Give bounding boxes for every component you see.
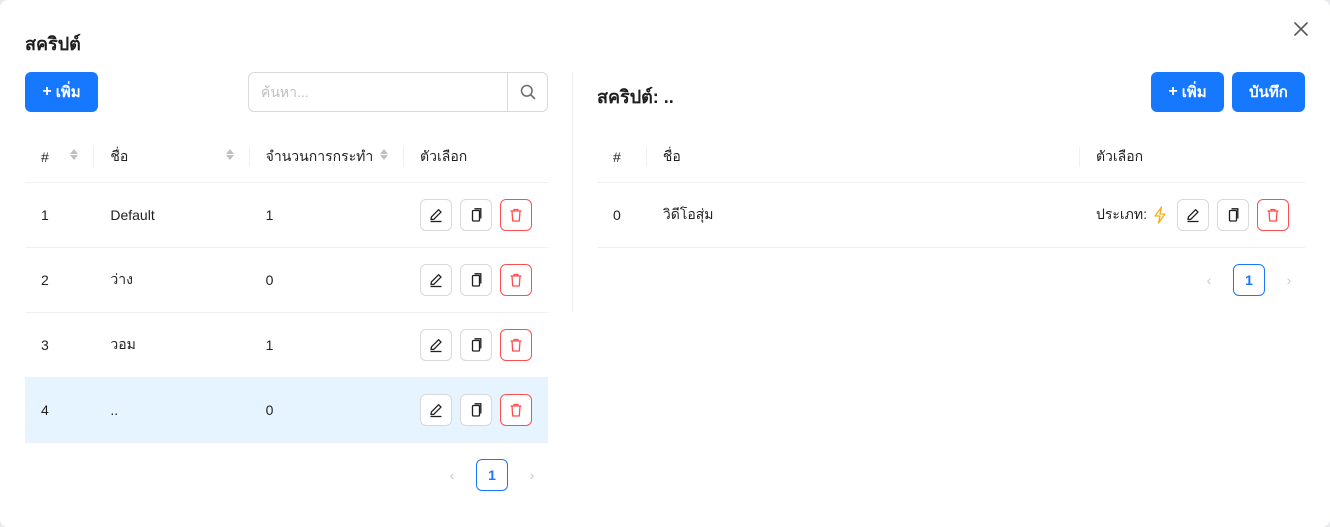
- col-options-header: ตัวเลือก: [404, 132, 548, 183]
- row-actions: ประเภท:: [1096, 198, 1289, 231]
- plus-icon: +: [42, 83, 52, 100]
- chevron-right-icon[interactable]: ›: [1273, 264, 1305, 296]
- sort-icon[interactable]: [70, 149, 79, 160]
- delete-icon[interactable]: [1257, 198, 1289, 231]
- col-count-label: จำนวนการกระทำ: [265, 147, 374, 164]
- type-label: ประเภท:: [1095, 205, 1147, 222]
- row-name: วิดีโอสุ่ม: [646, 182, 1080, 248]
- row-count: 1: [249, 182, 404, 248]
- script-dialog: สคริปต์ + เพิ่ม # ชื่อ: [0, 0, 1330, 527]
- sort-icon[interactable]: [380, 149, 388, 160]
- col-index-label: #: [613, 148, 621, 165]
- col-options-label: ตัวเลือก: [1095, 147, 1144, 164]
- row-name: ว่าง: [94, 247, 250, 313]
- row-count: 0: [249, 247, 404, 313]
- row-actions: [420, 328, 532, 361]
- left-pagination: ‹ 1 ›: [436, 459, 548, 491]
- edit-icon[interactable]: [1177, 198, 1209, 231]
- row-actions: [420, 263, 532, 296]
- chevron-right-icon[interactable]: ›: [516, 459, 548, 491]
- col-options-label: ตัวเลือก: [420, 147, 468, 164]
- close-icon[interactable]: [1290, 18, 1312, 40]
- chevron-left-icon[interactable]: ‹: [436, 459, 468, 491]
- search-input[interactable]: [249, 73, 507, 111]
- delete-icon[interactable]: [500, 263, 532, 296]
- table-header-row: # ชื่อ จำนวนการกระทำ ตัวเลือก: [25, 132, 548, 183]
- dialog-title: สคริปต์: [25, 34, 81, 54]
- add-action-button[interactable]: + เพิ่ม: [1151, 72, 1224, 112]
- sort-icon[interactable]: [225, 149, 234, 160]
- edit-icon[interactable]: [420, 393, 452, 426]
- row-index: 3: [25, 312, 95, 378]
- row-actions: [420, 393, 532, 426]
- row-name: วอม: [94, 312, 250, 378]
- table-header-row: # ชื่อ ตัวเลือก: [597, 132, 1305, 183]
- copy-icon[interactable]: [1217, 198, 1249, 231]
- chevron-left-icon[interactable]: ‹: [1193, 264, 1225, 296]
- delete-icon[interactable]: [500, 328, 532, 361]
- row-index: 2: [25, 247, 95, 313]
- save-button[interactable]: บันทึก: [1232, 72, 1305, 112]
- search-box: [248, 72, 548, 112]
- search-icon[interactable]: [507, 73, 547, 111]
- table-row[interactable]: 2 ว่าง 0: [25, 247, 548, 313]
- row-name: ..: [94, 377, 250, 443]
- col-options-header: ตัวเลือก: [1079, 132, 1305, 183]
- action-table: # ชื่อ ตัวเลือก 0 วิดีโอสุ่ม ประเภท:: [597, 132, 1305, 248]
- row-index: 0: [597, 182, 647, 248]
- col-count-header[interactable]: จำนวนการกระทำ: [249, 132, 404, 183]
- table-row[interactable]: 0 วิดีโอสุ่ม ประเภท:: [597, 182, 1305, 248]
- delete-icon[interactable]: [500, 198, 532, 231]
- plus-icon: +: [1168, 83, 1178, 100]
- col-name-label: ชื่อ: [110, 147, 129, 164]
- script-detail-title: สคริปต์: ..: [597, 87, 674, 107]
- row-actions: [420, 198, 532, 231]
- page-number[interactable]: 1: [1233, 264, 1265, 296]
- row-index: 1: [25, 182, 95, 248]
- edit-icon[interactable]: [420, 198, 452, 231]
- col-name-label: ชื่อ: [662, 147, 681, 164]
- edit-icon[interactable]: [420, 263, 452, 296]
- table-row[interactable]: 1 Default 1: [25, 182, 548, 248]
- col-index-label: #: [41, 148, 49, 165]
- type-indicator: ประเภท:: [1096, 199, 1167, 231]
- row-index: 4: [25, 377, 95, 443]
- copy-icon[interactable]: [460, 198, 492, 231]
- page-number[interactable]: 1: [476, 459, 508, 491]
- copy-icon[interactable]: [460, 393, 492, 426]
- copy-icon[interactable]: [460, 328, 492, 361]
- delete-icon[interactable]: [500, 393, 532, 426]
- bolt-icon: [1154, 205, 1166, 224]
- table-row-selected[interactable]: 4 .. 0: [25, 377, 548, 443]
- pane-divider: [572, 72, 573, 312]
- col-index-header: #: [597, 132, 647, 183]
- col-name-header: ชื่อ: [646, 132, 1080, 183]
- col-name-header[interactable]: ชื่อ: [94, 132, 250, 183]
- row-count: 0: [249, 377, 404, 443]
- right-pagination: ‹ 1 ›: [1193, 264, 1305, 296]
- row-name: Default: [94, 182, 250, 248]
- add-script-button[interactable]: + เพิ่ม: [25, 72, 98, 112]
- copy-icon[interactable]: [460, 263, 492, 296]
- col-index-header[interactable]: #: [25, 132, 95, 183]
- table-row[interactable]: 3 วอม 1: [25, 312, 548, 378]
- add-action-label: เพิ่ม: [1181, 84, 1207, 101]
- add-script-label: เพิ่ม: [55, 84, 81, 101]
- row-count: 1: [249, 312, 404, 378]
- save-label: บันทึก: [1249, 84, 1288, 101]
- edit-icon[interactable]: [420, 328, 452, 361]
- script-table: # ชื่อ จำนวนการกระทำ ตัวเลือก 1 Default …: [25, 132, 548, 443]
